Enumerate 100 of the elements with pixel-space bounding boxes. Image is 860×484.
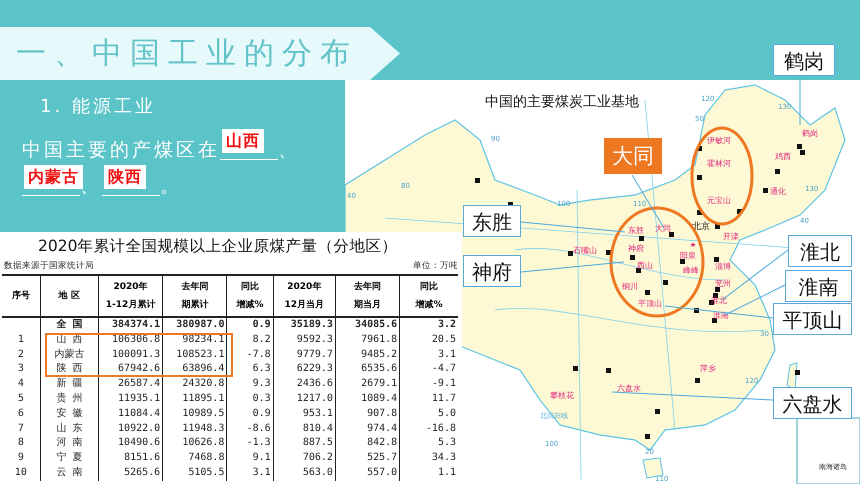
table-cell: 全 国 xyxy=(56,319,82,330)
table-cell: 9.1 xyxy=(252,452,271,464)
table-cell: 2679.1 xyxy=(361,378,398,390)
place-label: 攀枝花 xyxy=(550,391,574,401)
table-cell: 974.4 xyxy=(367,422,398,434)
callout-label: 六盘水 xyxy=(773,387,852,419)
table-cell: 10 xyxy=(14,466,27,478)
table-cell: 9592.3 xyxy=(296,334,333,345)
answer-box: 陕西 xyxy=(104,165,146,189)
table-cell: 100091.3 xyxy=(112,348,160,360)
table-cell: -8.6 xyxy=(246,422,271,434)
table-cell: 11895.1 xyxy=(182,392,224,404)
place-label: 淮北 xyxy=(711,296,727,306)
table-cell: 9.3 xyxy=(252,378,271,390)
table-cell: 9485.2 xyxy=(361,348,398,360)
table-cell: 新 疆 xyxy=(56,378,82,390)
section-heading: 1. 能源工业 xyxy=(40,95,157,118)
table-cell: 67942.6 xyxy=(118,363,160,374)
callout-label: 淮南 xyxy=(785,270,852,302)
column-header: 同比 增减% xyxy=(226,275,274,317)
callout-label: 东胜 xyxy=(463,205,521,237)
place-label: 鸡西 xyxy=(775,152,791,162)
table-cell: 10626.8 xyxy=(182,437,224,448)
table-cell: 907.8 xyxy=(367,408,398,419)
column-header: 序号 xyxy=(2,275,40,317)
table-cell: 7 xyxy=(18,422,24,434)
table-cell: 5.0 xyxy=(438,408,456,419)
table-cell: 8.2 xyxy=(252,334,271,345)
table-cell: 5 xyxy=(18,392,24,404)
place-label: 六盘水 xyxy=(617,384,641,394)
table-cell: 安 徽 xyxy=(56,408,82,419)
table-cell: 6535.6 xyxy=(361,363,398,374)
place-label: 平顶山 xyxy=(638,299,662,309)
callout-label: 大同 xyxy=(604,138,662,174)
place-label: 通化 xyxy=(770,187,786,197)
table-cell: 35189.3 xyxy=(290,319,333,330)
table-cell: 山 东 xyxy=(56,422,82,434)
table-cell: 6.3 xyxy=(252,363,271,374)
column-header: 去年同 期当月 xyxy=(335,275,400,317)
table-cell: 106306.8 xyxy=(112,334,160,345)
sentence-text: 、 xyxy=(278,139,300,161)
place-label: 阳泉 xyxy=(680,251,696,261)
source-note: 数据来源于国家统计局 xyxy=(4,260,94,272)
table-cell: 8 xyxy=(18,437,24,448)
table-cell: -1.3 xyxy=(246,437,271,448)
answer-box: 内蒙古 xyxy=(24,165,83,189)
place-label: 开滦 xyxy=(723,232,739,242)
place-label: 元宝山 xyxy=(707,196,731,206)
table-cell: 11084.4 xyxy=(118,408,160,419)
table-cell: 384374.1 xyxy=(112,319,160,330)
table-cell: 6229.3 xyxy=(296,363,333,374)
table-cell: 11935.1 xyxy=(118,392,160,404)
table-cell: -4.7 xyxy=(432,363,456,374)
table-cell: 9 xyxy=(18,452,24,464)
table-cell: 5.3 xyxy=(438,437,456,448)
place-label: 东胜 xyxy=(628,226,644,236)
table-cell: 3.1 xyxy=(438,348,456,360)
table-cell: 953.1 xyxy=(302,408,333,419)
map-title: 中国的主要煤炭工业基地 xyxy=(485,93,639,111)
table-cell: 11948.3 xyxy=(182,422,224,434)
table-cell: 3.2 xyxy=(438,319,456,330)
table-cell: 810.4 xyxy=(302,422,333,434)
table-cell: 1089.4 xyxy=(361,392,398,404)
table-cell: 8151.6 xyxy=(124,452,160,464)
table-cell: 0.3 xyxy=(252,392,271,404)
answer-box: 山西 xyxy=(222,129,264,153)
table-cell: -7.8 xyxy=(246,348,271,360)
table-cell: 10490.6 xyxy=(118,437,160,448)
table-cell: 10922.0 xyxy=(118,422,160,434)
table-cell: 706.2 xyxy=(302,452,333,464)
table-cell: 河 南 xyxy=(56,437,82,448)
callout-label: 淮北 xyxy=(788,235,852,267)
column-header: 2020年 12月当月 xyxy=(273,275,336,317)
table-cell: 7468.8 xyxy=(188,452,224,464)
table-cell: 1.1 xyxy=(438,466,456,478)
column-header: 去年同 期累计 xyxy=(162,275,227,317)
table-cell: 98234.1 xyxy=(182,334,224,345)
place-label: 兖州 xyxy=(715,279,731,289)
place-label: 铜川 xyxy=(622,282,638,292)
table-cell: 2436.6 xyxy=(296,378,333,390)
table-cell: 525.7 xyxy=(367,452,398,464)
table-cell: 云 南 xyxy=(56,466,82,478)
table-cell: 4 xyxy=(18,378,24,390)
table-cell: -16.8 xyxy=(426,422,456,434)
place-label: 西山 xyxy=(637,261,653,271)
table-cell: 63896.4 xyxy=(182,363,224,374)
table-cell: 10989.5 xyxy=(182,408,224,419)
table-cell: 3 xyxy=(18,363,24,374)
column-header: 同比 增减% xyxy=(400,275,458,317)
table-cell: 0.9 xyxy=(252,319,271,330)
callout-label: 神府 xyxy=(463,255,521,287)
sentence-text: 中国主要的产煤区在 xyxy=(22,139,220,161)
place-label: 萍乡 xyxy=(700,364,716,374)
table-cell: 563.0 xyxy=(302,466,333,478)
place-label: 鹤岗 xyxy=(802,129,818,139)
table-cell: 11.7 xyxy=(432,392,456,404)
table-title: 2020年累计全国规模以上企业原煤产量（分地区） xyxy=(37,236,398,257)
place-label: 淄博 xyxy=(715,262,731,272)
table-cell: 34085.6 xyxy=(355,319,398,330)
table-cell: 5265.6 xyxy=(124,466,160,478)
